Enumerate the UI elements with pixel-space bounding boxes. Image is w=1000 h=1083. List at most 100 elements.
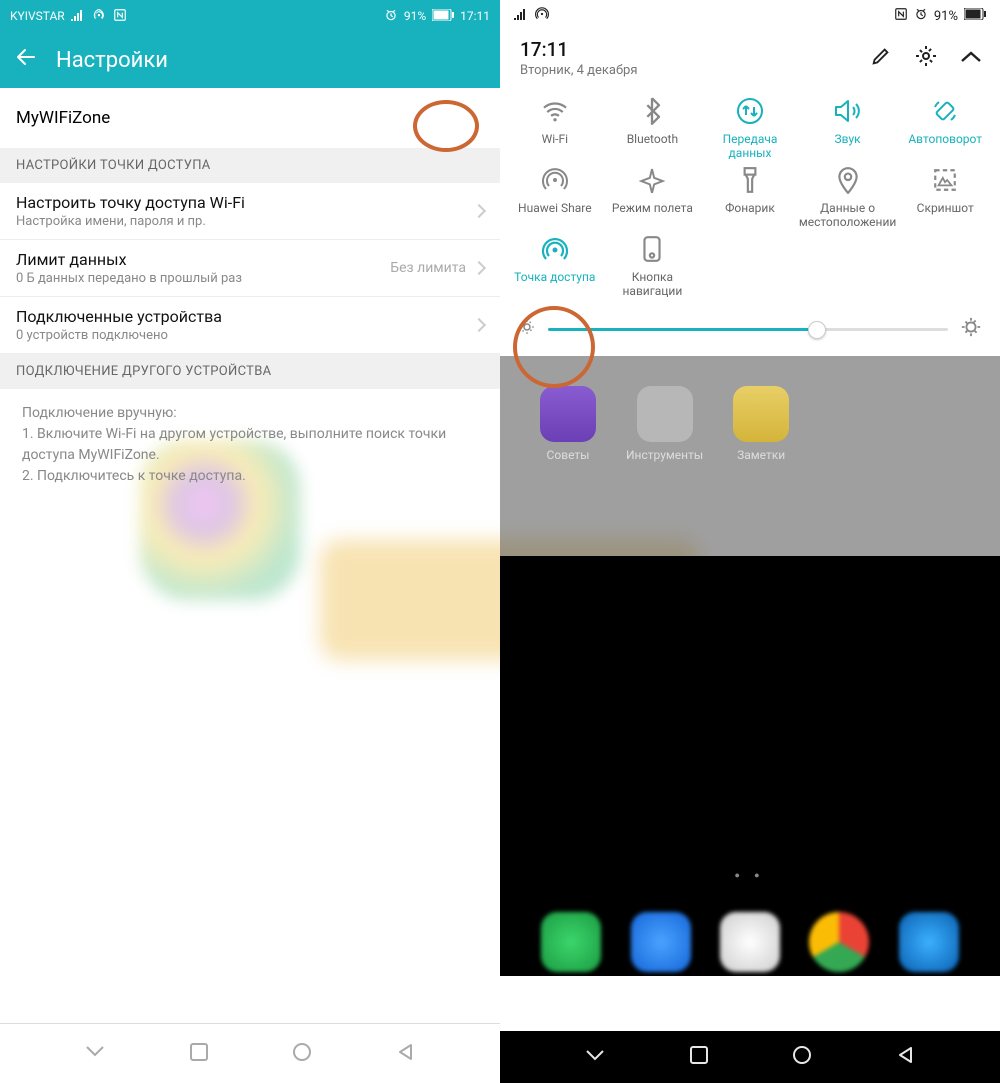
qs-label: Точка доступа: [514, 270, 595, 298]
dock-app-chrome[interactable]: [809, 912, 869, 972]
note-heading: Подключение вручную:: [22, 403, 478, 424]
qs-label: Режим полета: [612, 201, 693, 229]
hotspot-status-icon: [534, 7, 550, 25]
battery-icon: [964, 8, 986, 24]
carrier-label: KYIVSTAR: [10, 9, 65, 23]
settings-header: Настройки: [0, 32, 500, 88]
qs-date: Вторник, 4 декабря: [520, 63, 638, 78]
data-limit-item[interactable]: Лимит данных 0 Б данных передано в прошл…: [0, 240, 500, 297]
qs-location[interactable]: Данные о местоположении: [799, 165, 897, 230]
collapse-button[interactable]: [960, 49, 982, 68]
dock-app-apps[interactable]: [720, 912, 780, 972]
blur-app-notes[interactable]: Заметки: [733, 386, 789, 526]
nav-bar-right: [500, 1031, 1000, 1083]
status-bar-left: KYIVSTAR 91% 17:11: [0, 0, 500, 32]
data-icon: [735, 96, 765, 126]
dock-app-camera[interactable]: [899, 912, 959, 972]
page-indicator: ● ●: [500, 870, 1000, 881]
section-connect-other: ПОДКЛЮЧЕНИЕ ДРУГОГО УСТРОЙСТВА: [0, 354, 500, 389]
chevron-right-icon: [472, 204, 486, 218]
settings-button[interactable]: [914, 44, 938, 72]
qs-label: Данные о местоположении: [799, 201, 897, 230]
hotspot-name: MyWIFiZone: [16, 108, 110, 128]
qs-label: Фонарик: [725, 201, 775, 229]
airplane-icon: [637, 165, 667, 195]
clock-label: 17:11: [460, 9, 490, 23]
qs-screenshot[interactable]: Скриншот: [896, 165, 994, 230]
battery-pct: 91%: [404, 9, 426, 23]
nav-back-button[interactable]: [897, 1046, 915, 1068]
signal-icon: [514, 8, 528, 24]
qs-torch[interactable]: Фонарик: [701, 165, 799, 230]
nav-recent-button[interactable]: [190, 1043, 208, 1065]
blur-app-label: Советы: [547, 448, 590, 462]
qs-hotspot[interactable]: Точка доступа: [506, 234, 604, 299]
nav-recent-button[interactable]: [690, 1046, 708, 1068]
item-sub: 0 Б данных передано в прошлый раз: [16, 271, 242, 286]
chevron-right-icon: [472, 318, 486, 332]
nav-hide-button[interactable]: [585, 1048, 605, 1067]
screenshot-icon: [930, 165, 960, 195]
nfc-icon: [113, 8, 127, 25]
edit-button[interactable]: [870, 45, 892, 71]
blur-app-tools[interactable]: Инструменты: [626, 386, 703, 526]
connected-devices-item[interactable]: Подключенные устройства 0 устройств подк…: [0, 297, 500, 354]
blur-app-label: Заметки: [737, 448, 785, 462]
qs-label: Кнопка навигации: [604, 270, 702, 299]
signal-icon: [71, 9, 85, 24]
nav-home-button[interactable]: [292, 1042, 312, 1066]
share-icon: [540, 165, 570, 195]
nav-bar-left: [0, 1023, 500, 1083]
hotspot-icon: [540, 234, 570, 264]
qs-sound[interactable]: Звук: [799, 96, 897, 161]
qs-wifi[interactable]: Wi-Fi: [506, 96, 604, 161]
qs-huawei-share[interactable]: Huawei Share: [506, 165, 604, 230]
qs-label: Wi-Fi: [542, 132, 568, 160]
dock-app-phone[interactable]: [541, 912, 601, 972]
nav-hide-button[interactable]: [85, 1044, 105, 1063]
wallpaper-area: ● ●: [500, 556, 1000, 976]
highlight-circle-toggle: [413, 100, 479, 152]
dock-app-messages[interactable]: [631, 912, 691, 972]
qs-label: Huawei Share: [518, 201, 592, 229]
qs-label: Скриншот: [917, 201, 974, 229]
alarm-icon: [914, 7, 928, 25]
brightness-slider[interactable]: [548, 328, 948, 331]
back-button[interactable]: [14, 45, 38, 75]
alarm-icon: [384, 8, 398, 25]
battery-pct: 91%: [934, 9, 958, 24]
torch-icon: [735, 165, 765, 195]
location-icon: [833, 165, 863, 195]
item-value: Без лимита: [390, 260, 466, 276]
nav-home-button[interactable]: [792, 1045, 812, 1069]
qs-label: Звук: [835, 132, 861, 160]
qs-rotate[interactable]: Автоповорот: [896, 96, 994, 161]
navkey-icon: [637, 234, 667, 264]
note-line-1: 1. Включите Wi-Fi на другом устройстве, …: [22, 424, 478, 466]
qs-data[interactable]: Передача данных: [701, 96, 799, 161]
qs-label: Передача данных: [701, 132, 799, 161]
quick-settings-screen: 91% 17:11 Вторник, 4 декабря Wi-Fi Bluet…: [500, 0, 1000, 1083]
item-sub: Настройка имени, пароля и пр.: [16, 214, 245, 229]
dock: [500, 912, 1000, 972]
qs-navkey[interactable]: Кнопка навигации: [604, 234, 702, 299]
header-title: Настройки: [56, 48, 168, 73]
sound-icon: [833, 96, 863, 126]
bluetooth-icon: [637, 96, 667, 126]
qs-header: 17:11 Вторник, 4 декабря: [500, 32, 1000, 78]
blur-app-tips[interactable]: Советы: [540, 386, 596, 526]
settings-screen: KYIVSTAR 91% 17:11 Настройки: [0, 0, 500, 1083]
nav-back-button[interactable]: [397, 1043, 415, 1065]
configure-hotspot-item[interactable]: Настроить точку доступа Wi-Fi Настройка …: [0, 183, 500, 240]
manual-connect-note: Подключение вручную: 1. Включите Wi-Fi н…: [0, 389, 500, 501]
quick-tiles-grid: Wi-Fi Bluetooth Передача данных Звук Авт…: [500, 78, 1000, 304]
note-line-2: 2. Подключитесь к точке доступа.: [22, 466, 478, 487]
qs-time: 17:11: [520, 38, 638, 61]
item-title: Подключенные устройства: [16, 307, 222, 326]
nfc-icon: [894, 7, 908, 25]
item-sub: 0 устройств подключено: [16, 328, 222, 343]
qs-bluetooth[interactable]: Bluetooth: [604, 96, 702, 161]
qs-airplane[interactable]: Режим полета: [604, 165, 702, 230]
chevron-right-icon: [472, 261, 486, 275]
battery-icon: [432, 9, 454, 24]
